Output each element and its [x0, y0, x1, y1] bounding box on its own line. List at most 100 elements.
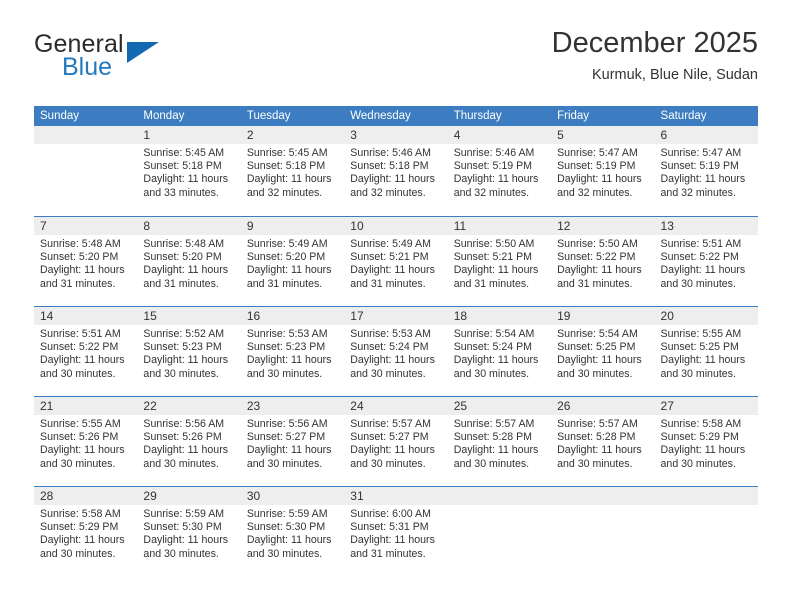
- sunset-text: Sunset: 5:28 PM: [453, 431, 533, 444]
- day-details: Sunrise: 5:53 AM Sunset: 5:24 PM Daylight:…: [344, 325, 447, 381]
- calendar-week-row: 7 Sunrise: 5:48 AM Sunset: 5:20 PM Daylight…: [34, 216, 758, 306]
- day-details: Sunrise: 5:48 AM Sunset: 5:20 PM Daylight:…: [34, 235, 137, 291]
- daylight-text: Daylight: 11 hours and 30 minutes.: [40, 534, 125, 560]
- day-details: Sunrise: 5:53 AM Sunset: 5:23 PM Daylight:…: [241, 325, 344, 381]
- day-number: 4: [447, 126, 552, 144]
- sunset-text: Sunset: 5:22 PM: [40, 341, 119, 354]
- sunrise-text: Sunrise: 5:46 AM: [350, 147, 431, 159]
- day-cell[interactable]: 24 Sunrise: 5:57 AM Sunset: 5:27 PM Dayligh…: [344, 397, 448, 486]
- day-cell[interactable]: 22 Sunrise: 5:56 AM Sunset: 5:26 PM Dayligh…: [137, 397, 241, 486]
- weekday-header-sunday: Sunday: [40, 110, 80, 122]
- weekday-header-wednesday: Wednesday: [350, 110, 411, 122]
- sunset-text: Sunset: 5:21 PM: [350, 251, 429, 264]
- day-number: 24: [344, 397, 448, 415]
- sunset-text: Sunset: 5:27 PM: [350, 431, 429, 444]
- sunrise-text: Sunrise: 5:57 AM: [557, 418, 638, 430]
- daylight-text: Daylight: 11 hours and 30 minutes.: [660, 264, 746, 290]
- sunrise-text: Sunrise: 5:46 AM: [453, 147, 535, 159]
- day-cell[interactable]: 17 Sunrise: 5:53 AM Sunset: 5:24 PM Dayligh…: [344, 307, 448, 396]
- daylight-text: Daylight: 11 hours and 31 minutes.: [557, 264, 642, 290]
- day-cell[interactable]: 21 Sunrise: 5:55 AM Sunset: 5:26 PM Dayligh…: [34, 397, 138, 486]
- sunset-text: Sunset: 5:21 PM: [453, 251, 533, 264]
- day-cell[interactable]: 26 Sunrise: 5:57 AM Sunset: 5:28 PM Dayligh…: [551, 397, 655, 486]
- weekday-header-saturday: Saturday: [660, 110, 707, 122]
- day-number: 3: [344, 126, 448, 144]
- page-header: General Blue December 2025 Kurmuk, Blue …: [34, 27, 758, 98]
- sunset-text: Sunset: 5:25 PM: [660, 341, 739, 354]
- sunrise-text: Sunrise: 5:56 AM: [143, 418, 225, 430]
- day-number: 30: [240, 487, 345, 505]
- day-cell[interactable]: 4 Sunrise: 5:46 AM Sunset: 5:19 PM Daylight…: [447, 126, 552, 216]
- day-cell[interactable]: 30 Sunrise: 5:59 AM Sunset: 5:30 PM Dayligh…: [240, 487, 345, 576]
- sunrise-text: Sunrise: 5:57 AM: [453, 418, 535, 430]
- sunrise-text: Sunrise: 5:47 AM: [557, 147, 638, 159]
- daylight-text: Daylight: 11 hours and 30 minutes.: [660, 354, 746, 380]
- day-cell[interactable]: 20 Sunrise: 5:55 AM Sunset: 5:25 PM Dayligh…: [654, 307, 758, 396]
- day-cell[interactable]: 7 Sunrise: 5:48 AM Sunset: 5:20 PM Daylight…: [34, 217, 138, 306]
- sunset-text: Sunset: 5:22 PM: [557, 251, 636, 264]
- sunset-text: Sunset: 5:18 PM: [350, 160, 429, 173]
- sunrise-text: Sunrise: 5:52 AM: [143, 328, 225, 340]
- day-cell[interactable]: 3 Sunrise: 5:46 AM Sunset: 5:18 PM Daylight…: [344, 126, 448, 216]
- day-details: Sunrise: 5:59 AM Sunset: 5:30 PM Daylight:…: [241, 505, 344, 561]
- daylight-text: Daylight: 11 hours and 32 minutes.: [660, 173, 746, 199]
- day-details: Sunrise: 5:52 AM Sunset: 5:23 PM Daylight:…: [137, 325, 240, 381]
- day-cell[interactable]: 9 Sunrise: 5:49 AM Sunset: 5:20 PM Daylight…: [240, 217, 345, 306]
- day-cell[interactable]: 10 Sunrise: 5:49 AM Sunset: 5:21 PM Dayligh…: [344, 217, 448, 306]
- sunset-text: Sunset: 5:23 PM: [143, 341, 222, 354]
- day-details: Sunrise: 5:50 AM Sunset: 5:21 PM Daylight:…: [448, 235, 551, 291]
- sunset-text: Sunset: 5:18 PM: [143, 160, 222, 173]
- day-cell[interactable]: 5 Sunrise: 5:47 AM Sunset: 5:19 PM Daylight…: [551, 126, 655, 216]
- day-number: 6: [654, 126, 758, 144]
- day-cell[interactable]: 11 Sunrise: 5:50 AM Sunset: 5:21 PM Dayligh…: [447, 217, 552, 306]
- day-cell[interactable]: 13 Sunrise: 5:51 AM Sunset: 5:22 PM Dayligh…: [654, 217, 758, 306]
- day-cell-empty: [654, 487, 758, 576]
- calendar-page: General Blue December 2025 Kurmuk, Blue …: [0, 0, 792, 612]
- general-blue-logo[interactable]: General Blue: [34, 30, 244, 90]
- daylight-text: Daylight: 11 hours and 31 minutes.: [350, 264, 435, 290]
- weekday-header-monday: Monday: [143, 110, 185, 122]
- day-number: [34, 126, 138, 144]
- daylight-text: Daylight: 11 hours and 31 minutes.: [350, 534, 435, 560]
- day-cell[interactable]: 14 Sunrise: 5:51 AM Sunset: 5:22 PM Dayligh…: [34, 307, 138, 396]
- sunset-text: Sunset: 5:26 PM: [40, 431, 119, 444]
- day-cell[interactable]: 16 Sunrise: 5:53 AM Sunset: 5:23 PM Dayligh…: [240, 307, 345, 396]
- day-cell[interactable]: 15 Sunrise: 5:52 AM Sunset: 5:23 PM Dayligh…: [137, 307, 241, 396]
- daylight-text: Daylight: 11 hours and 32 minutes.: [453, 173, 539, 199]
- day-number: 25: [447, 397, 552, 415]
- location-subtitle: Kurmuk, Blue Nile, Sudan: [591, 67, 758, 83]
- day-cell[interactable]: 29 Sunrise: 5:59 AM Sunset: 5:30 PM Dayligh…: [137, 487, 241, 576]
- day-cell[interactable]: 1 Sunrise: 5:45 AM Sunset: 5:18 PM Daylight…: [137, 126, 241, 216]
- day-number: 14: [34, 307, 138, 325]
- day-number: 28: [34, 487, 138, 505]
- day-cell[interactable]: 6 Sunrise: 5:47 AM Sunset: 5:19 PM Daylight…: [654, 126, 758, 216]
- day-cell[interactable]: 28 Sunrise: 5:58 AM Sunset: 5:29 PM Dayligh…: [34, 487, 138, 576]
- day-cell[interactable]: 19 Sunrise: 5:54 AM Sunset: 5:25 PM Dayligh…: [551, 307, 655, 396]
- day-number: 21: [34, 397, 138, 415]
- day-number: 26: [551, 397, 655, 415]
- day-cell-empty: [447, 487, 552, 576]
- calendar-week-row: 28 Sunrise: 5:58 AM Sunset: 5:29 PM Dayligh…: [34, 486, 758, 576]
- day-number: 2: [240, 126, 345, 144]
- day-cell[interactable]: 25 Sunrise: 5:57 AM Sunset: 5:28 PM Dayligh…: [447, 397, 552, 486]
- day-cell[interactable]: 8 Sunrise: 5:48 AM Sunset: 5:20 PM Daylight…: [137, 217, 241, 306]
- day-details: Sunrise: 5:54 AM Sunset: 5:25 PM Daylight:…: [551, 325, 654, 381]
- day-cell[interactable]: 2 Sunrise: 5:45 AM Sunset: 5:18 PM Daylight…: [240, 126, 345, 216]
- sunset-text: Sunset: 5:24 PM: [350, 341, 429, 354]
- sunset-text: Sunset: 5:30 PM: [246, 521, 326, 534]
- sunrise-text: Sunrise: 5:58 AM: [40, 508, 121, 520]
- day-number: 18: [447, 307, 552, 325]
- sunrise-text: Sunrise: 5:56 AM: [246, 418, 328, 430]
- day-number: 11: [447, 217, 552, 235]
- day-cell[interactable]: 18 Sunrise: 5:54 AM Sunset: 5:24 PM Dayligh…: [447, 307, 552, 396]
- sunset-text: Sunset: 5:30 PM: [143, 521, 222, 534]
- day-cell[interactable]: 27 Sunrise: 5:58 AM Sunset: 5:29 PM Dayligh…: [654, 397, 758, 486]
- day-cell[interactable]: 23 Sunrise: 5:56 AM Sunset: 5:27 PM Dayligh…: [240, 397, 345, 486]
- day-number: [551, 487, 655, 505]
- day-cell[interactable]: 31 Sunrise: 6:00 AM Sunset: 5:31 PM Dayligh…: [344, 487, 448, 576]
- day-number: 27: [654, 397, 758, 415]
- daylight-text: Daylight: 11 hours and 30 minutes.: [246, 534, 332, 560]
- day-details: Sunrise: 5:51 AM Sunset: 5:22 PM Daylight:…: [655, 235, 758, 291]
- sunset-text: Sunset: 5:31 PM: [350, 521, 429, 534]
- day-cell[interactable]: 12 Sunrise: 5:50 AM Sunset: 5:22 PM Dayligh…: [551, 217, 655, 306]
